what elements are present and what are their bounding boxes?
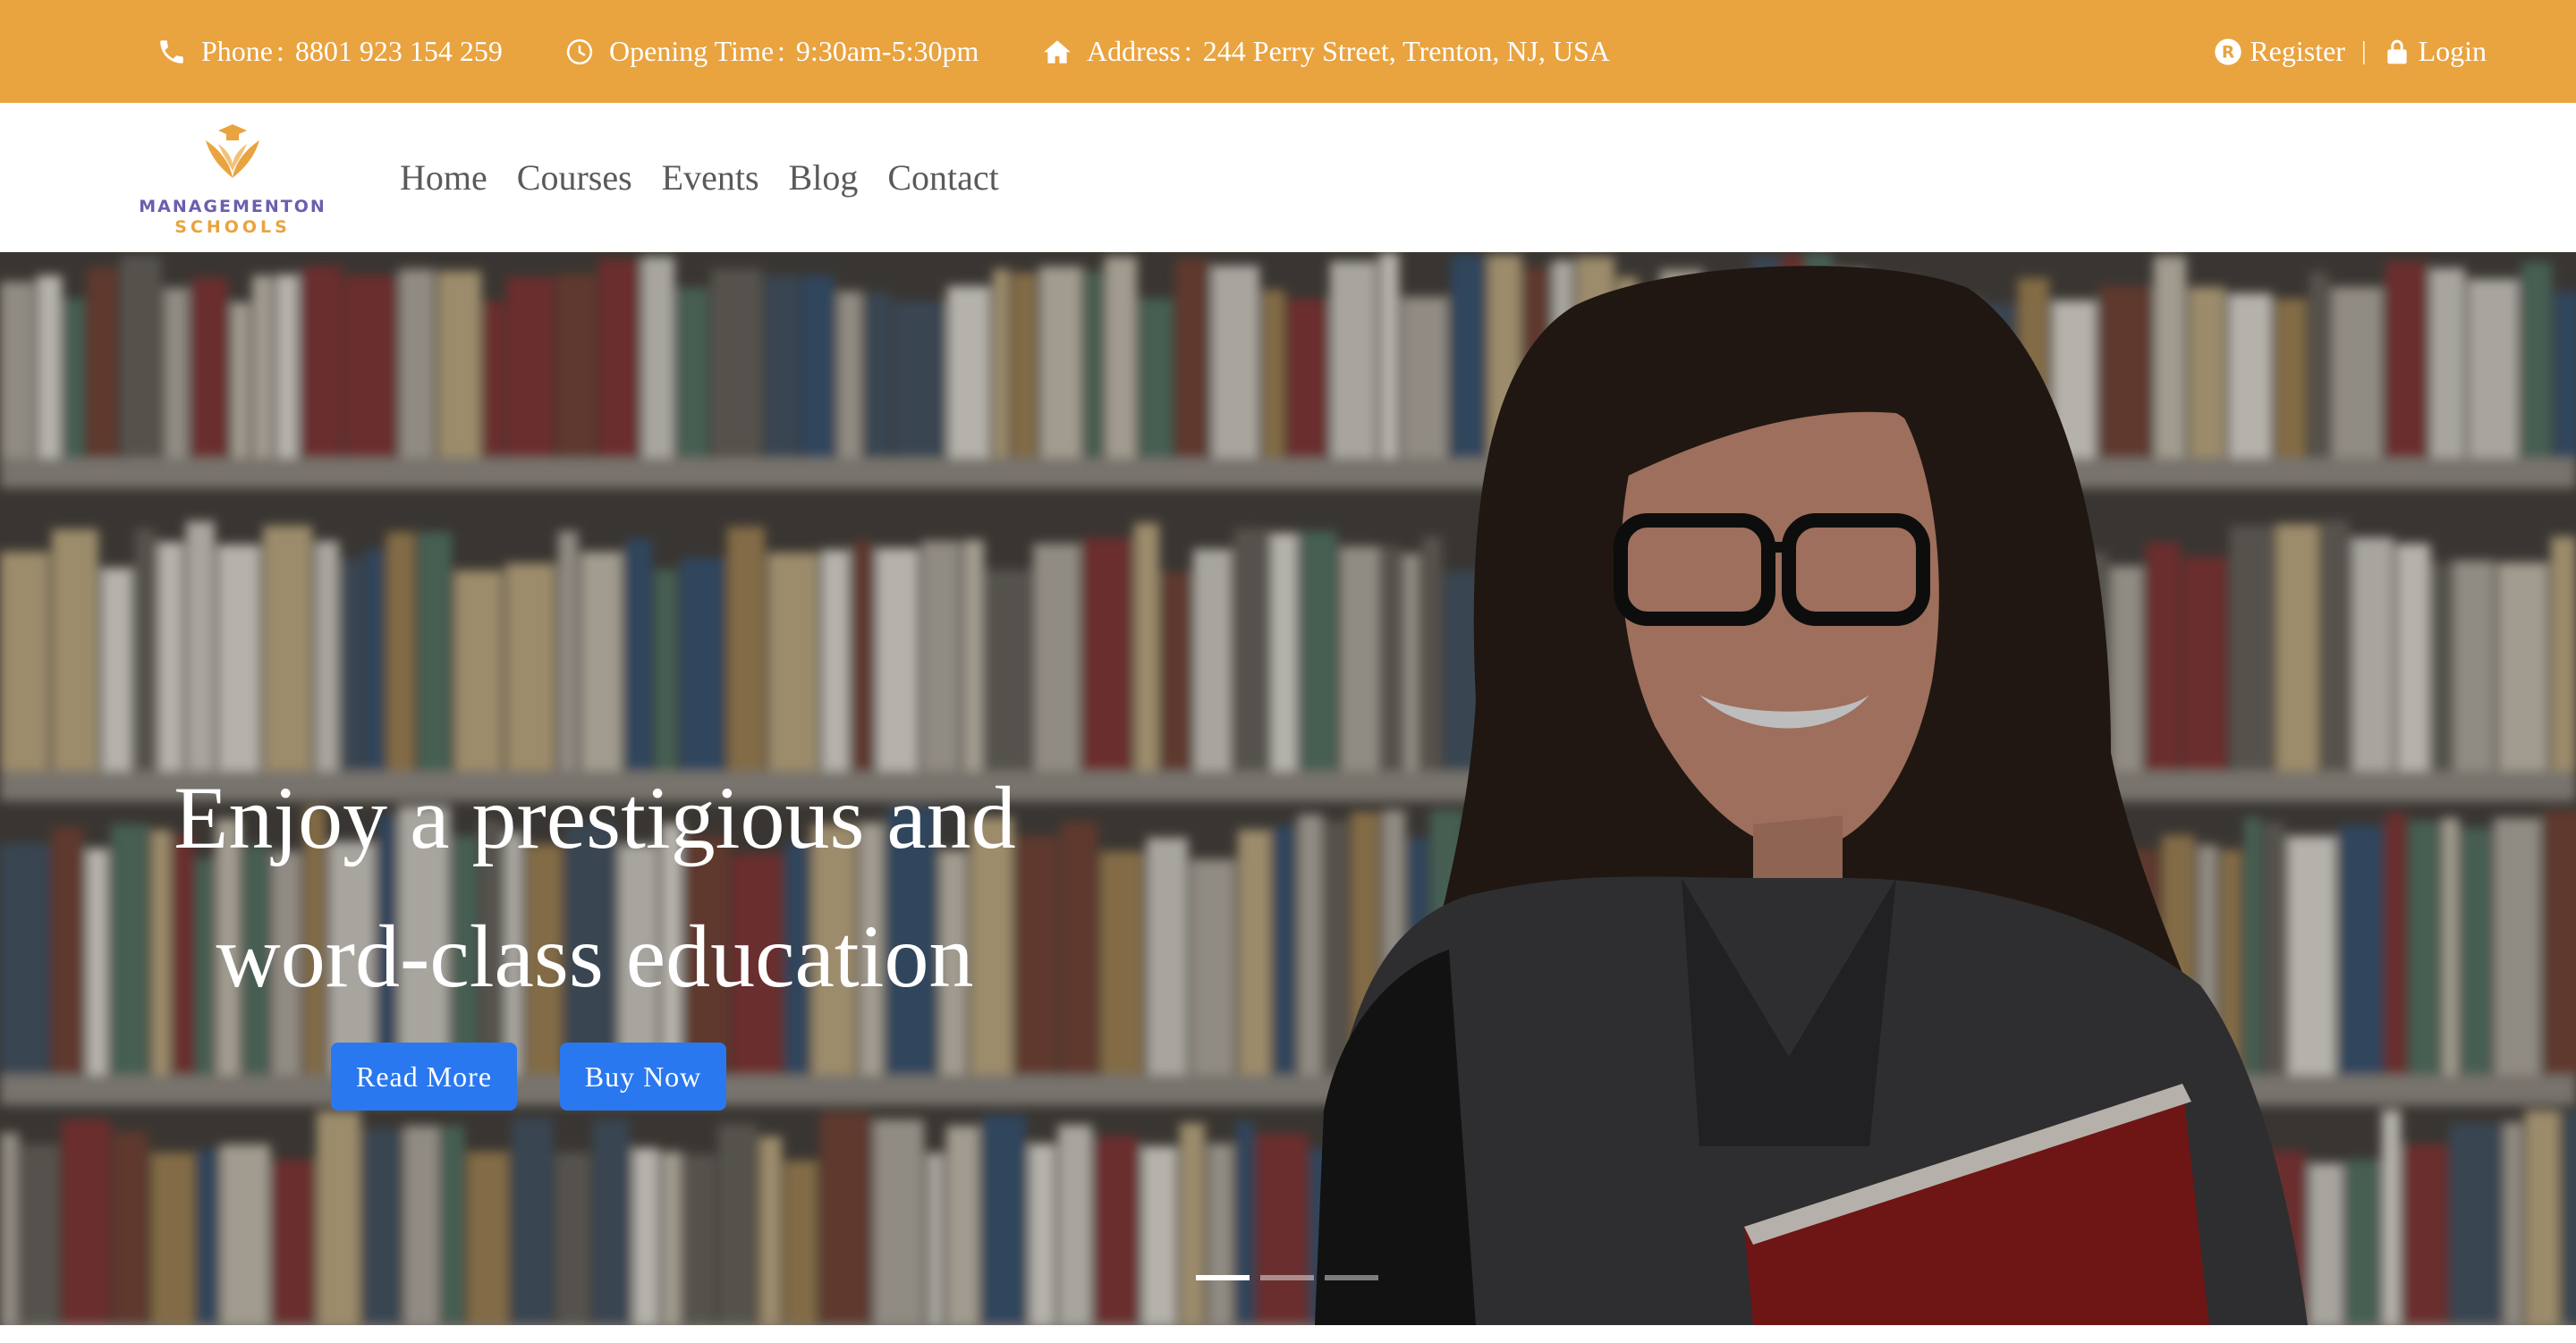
slide-indicator-1[interactable] [1196,1275,1250,1280]
slider-pagination [1196,1275,1378,1280]
lock-icon [2386,39,2407,63]
top-info-bar: Phone : 8801 923 154 259 Opening Time : … [0,0,2576,103]
buy-now-button[interactable]: Buy Now [560,1043,726,1111]
address-info: Address : 244 Perry Street, Trenton, NJ,… [1042,0,1610,103]
opening-time-value: 9:30am-5:30pm [795,35,979,67]
opening-time-info: Opening Time : 9:30am-5:30pm [564,0,979,103]
site-logo[interactable]: MANAGEMENTON SCHOOLS [134,121,331,237]
nav-blog[interactable]: Blog [789,156,859,198]
phone-label: Phone [201,35,273,67]
nav-home[interactable]: Home [400,156,487,198]
clock-icon [566,38,593,64]
address-label: Address [1087,35,1181,67]
register-link[interactable]: R Register [2214,35,2345,68]
auth-divider: | [2360,37,2367,65]
registered-icon: R [2215,38,2241,65]
address-separator: : [1183,35,1192,67]
logo-text-line1: MANAGEMENTON [139,197,326,216]
opening-time-separator: : [777,35,785,67]
nav-events[interactable]: Events [662,156,759,198]
login-link[interactable]: Login [2383,35,2487,68]
svg-text:R: R [2222,43,2234,62]
login-label: Login [2418,35,2487,67]
phone-info: Phone : 8801 923 154 259 [157,0,503,103]
nav-courses[interactable]: Courses [517,156,632,198]
auth-links: R Register | Login [2214,0,2487,103]
phone-icon [160,39,183,63]
hero-title-line2: word-class education [216,907,974,1006]
home-icon [1044,39,1071,63]
logo-emblem-icon [206,124,259,178]
slide-indicator-2[interactable] [1260,1275,1314,1280]
hero-slider: Enjoy a prestigious and word-class educa… [0,252,2576,1325]
hero-title: Enjoy a prestigious and word-class educa… [134,748,1055,1026]
register-label: Register [2250,35,2345,67]
phone-value: 8801 923 154 259 [294,35,503,67]
phone-separator: : [276,35,284,67]
slide-indicator-3[interactable] [1325,1275,1378,1280]
main-navbar: MANAGEMENTON SCHOOLS Home Courses Events… [0,103,2576,252]
logo-text-line2: SCHOOLS [174,217,291,237]
hero-title-line1: Enjoy a prestigious and [174,768,1016,867]
address-value: 244 Perry Street, Trenton, NJ, USA [1202,35,1610,67]
main-menu: Home Courses Events Blog Contact [400,103,1029,252]
read-more-button[interactable]: Read More [331,1043,517,1111]
nav-contact[interactable]: Contact [887,156,998,198]
opening-time-label: Opening Time [609,35,775,67]
